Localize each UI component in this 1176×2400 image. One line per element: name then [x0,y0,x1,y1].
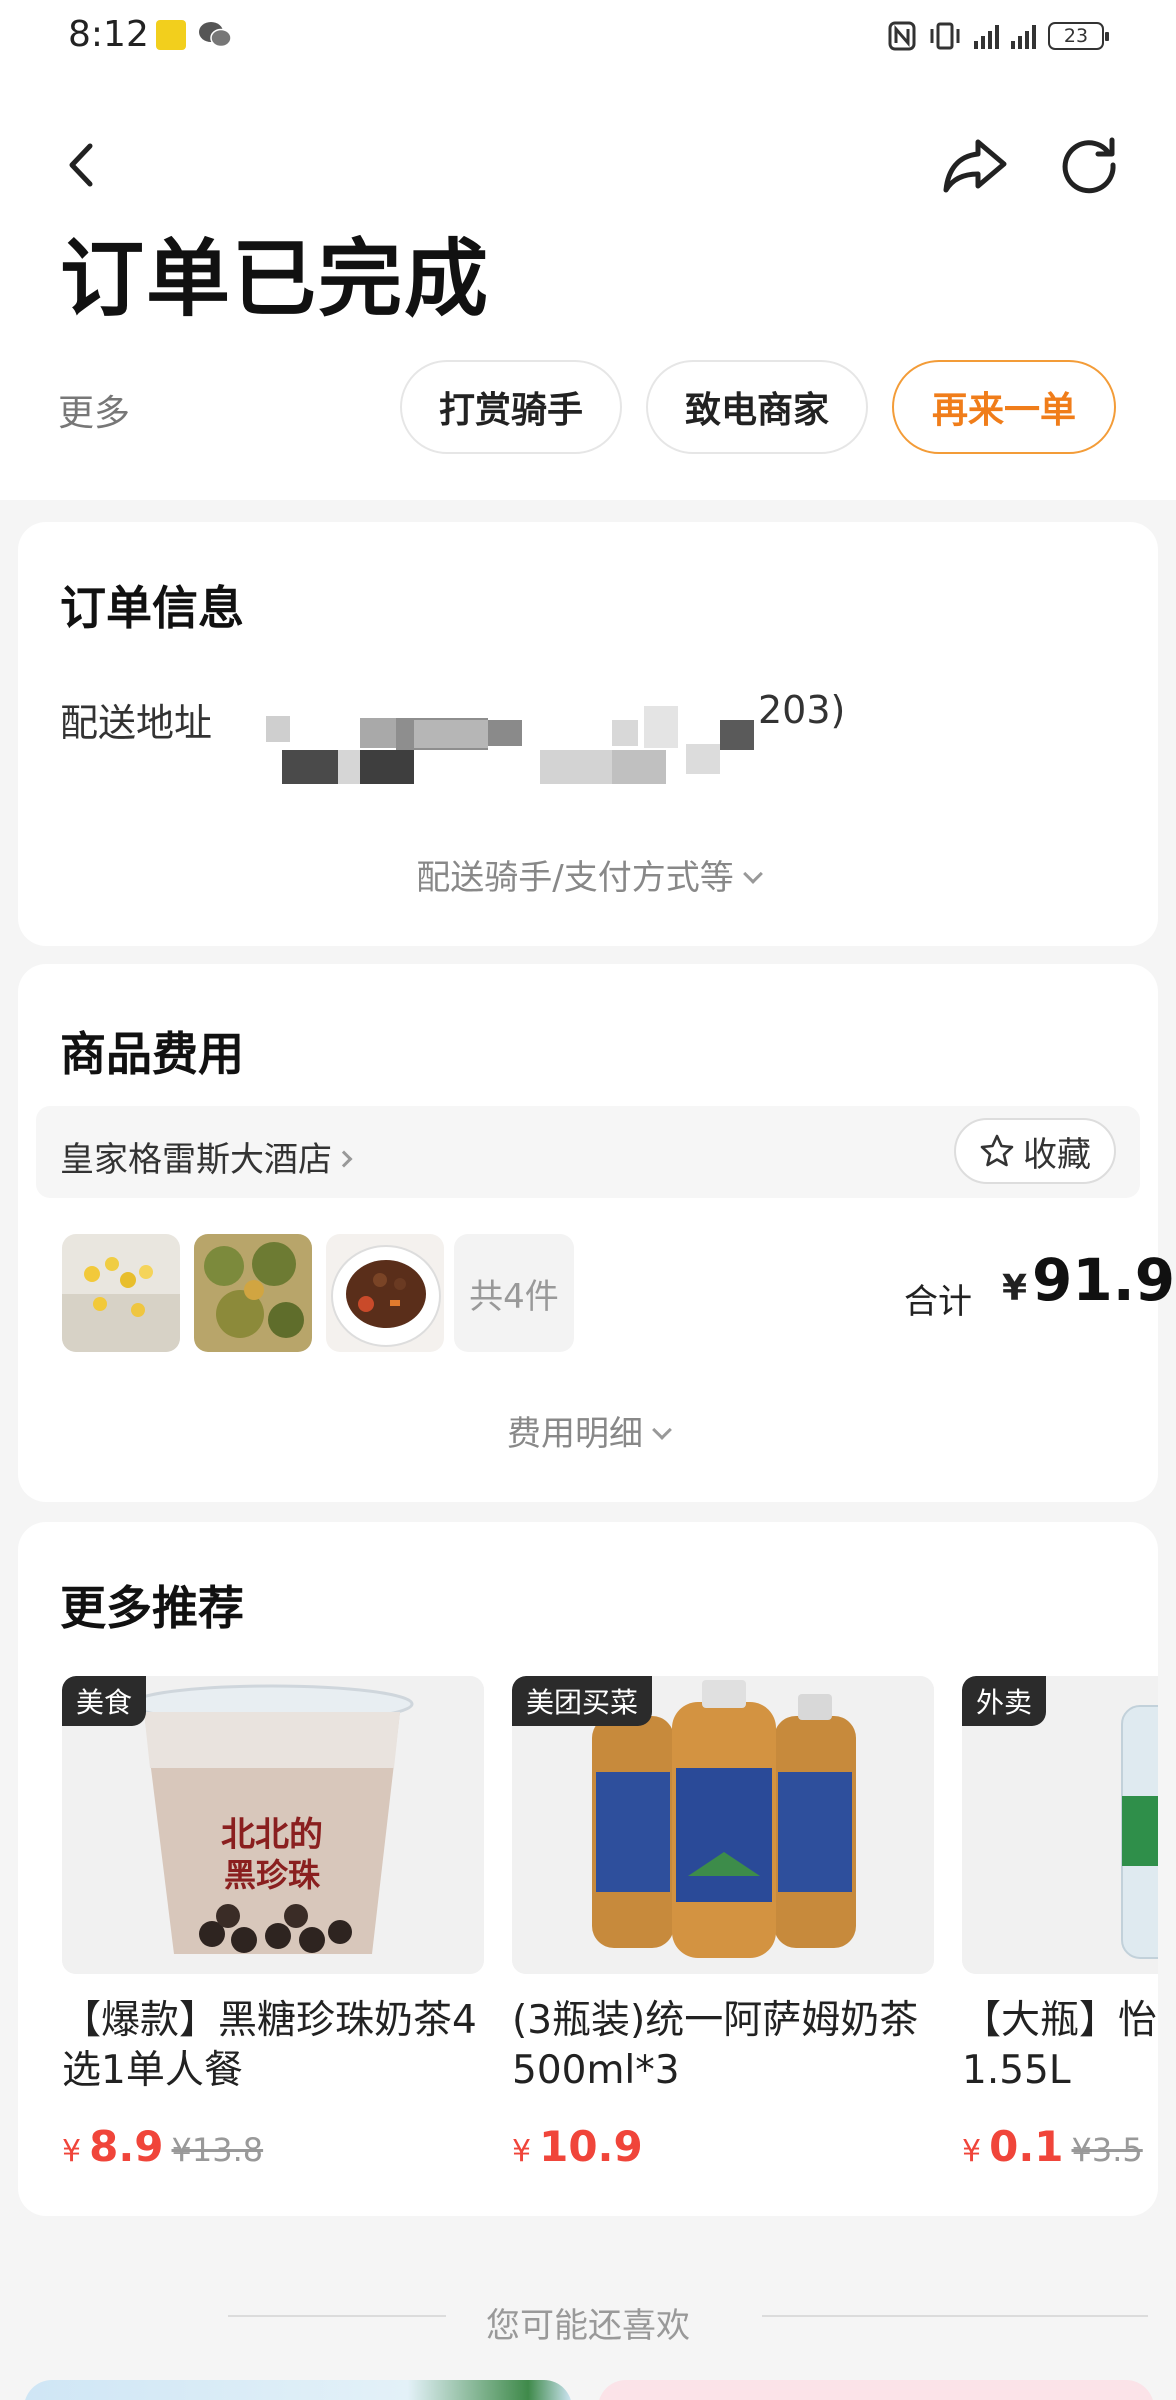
favorite-button[interactable]: 收藏 [954,1118,1116,1184]
refresh-icon[interactable] [1058,134,1120,196]
recommend-price: 10.9 [539,2122,643,2171]
svg-text:北北的: 北北的 [221,1815,323,1855]
recommend-price: 8.9 [89,2122,164,2171]
recommend-card: 更多推荐 北北的 黑珍珠 美食 【爆款】黑糖珍珠奶茶4选1单人餐 ¥8.9 ¥13… [18,1522,1158,2216]
fee-details-label: 费用明细 [507,1414,643,1454]
product-thumbnail-2[interactable] [194,1234,312,1352]
favorite-label: 收藏 [1023,1134,1091,1175]
share-icon[interactable] [940,134,1010,196]
more-link[interactable]: 更多 [58,384,130,436]
item-count[interactable]: 共4件 [454,1234,574,1352]
you-may-like-divider: 您可能还喜欢 [0,2288,1176,2346]
recommend-price-row: ¥0.1 ¥3.5 [962,2122,1158,2171]
recommend-price: 0.1 [989,2122,1064,2171]
recommend-tag: 外卖 [962,1676,1047,1726]
order-details-expand-label: 配送骑手/支付方式等 [416,858,734,898]
divider-line-right [762,2315,1148,2317]
recommend-item[interactable]: 北北的 黑珍珠 美食 【爆款】黑糖珍珠奶茶4选1单人餐 ¥8.9 ¥13.8 [62,1676,484,2171]
vegetable-dish-image [194,1234,312,1352]
product-thumbnail-1[interactable] [62,1234,180,1352]
meat-dish-image [326,1234,444,1352]
order-info-title: 订单信息 [60,581,244,635]
goods-card: 商品费用 皇家格雷斯大酒店 收藏 共4件 合计 ¥ 91.9 费用明细 [18,964,1175,1502]
status-bar: 8:12 23 [0,0,1176,72]
back-arrow-icon[interactable] [56,138,104,192]
goods-title: 商品费用 [60,1027,244,1081]
recommend-item[interactable]: 外卖 【大瓶】怡宝纯净水 1.55L ¥0.1¥3.5 [962,1676,1158,2171]
order-details-expand[interactable]: 配送骑手/支付方式等 [18,850,1158,899]
recommend-tag: 美团买菜 [512,1676,653,1726]
wechat-icon [199,22,232,48]
signal-4g-icon [1011,23,1036,49]
recommend-image: 美团买菜 [512,1676,934,1974]
app-notification-icon [156,20,186,50]
reward-rider-button[interactable]: 打赏骑手 [400,360,622,454]
total-value: 91.9 [1032,1246,1176,1314]
status-indicators: 23 [888,16,1109,56]
feed-card-left[interactable] [24,2380,572,2400]
recommend-currency: ¥ [512,2134,532,2169]
recommend-name: 【爆款】黑糖珍珠奶茶4选1单人餐 [62,1998,477,2093]
battery-icon: 23 [1048,22,1109,50]
page-title: 订单已完成 [60,230,491,328]
recommend-image: 北北的 黑珍珠 美食 [62,1676,484,1974]
svg-text:黑珍珠: 黑珍珠 [224,1856,321,1894]
recommend-price-row: ¥10.9 [512,2122,934,2171]
feed-card-right[interactable] [598,2380,1154,2400]
recommend-price-row: ¥8.9 ¥13.8 [62,2122,484,2171]
recommend-currency: ¥ [962,2134,982,2169]
product-thumbnail-3[interactable] [326,1234,444,1352]
vibrate-icon [930,22,960,50]
total-currency: ¥ [1002,1268,1028,1309]
address-label: 配送地址 [60,701,213,745]
recommend-old-price: ¥3.5 [1071,2131,1143,2169]
rice-corn-image [62,1234,180,1352]
recommend-currency: ¥ [62,2134,82,2169]
chevron-right-icon [335,1150,353,1168]
address-text: 203) [758,688,846,732]
nfc-icon [888,21,916,51]
recommend-old-price: ¥13.8 [171,2131,264,2169]
call-merchant-button[interactable]: 致电商家 [646,360,868,454]
recommend-tag: 美食 [62,1676,147,1726]
recommend-title: 更多推荐 [60,1581,244,1635]
recommend-item[interactable]: 美团买菜 (3瓶装)统一阿萨姆奶茶500ml*3 ¥10.9 [512,1676,934,2171]
chevron-down-icon [742,864,763,884]
you-may-like-label: 您可能还喜欢 [486,2306,690,2346]
fee-details-expand[interactable]: 费用明细 [18,1406,1158,1455]
shop-row[interactable]: 皇家格雷斯大酒店 收藏 [36,1106,1140,1198]
shop-name: 皇家格雷斯大酒店 [60,1140,332,1180]
chevron-down-icon [652,1420,672,1440]
total-label: 合计 [904,1282,972,1322]
signal-5g-icon [974,23,999,49]
status-time: 8:12 [68,14,149,55]
recommend-name: (3瓶装)统一阿萨姆奶茶500ml*3 [512,1998,919,2093]
star-icon [980,1134,1014,1167]
shop-name-link[interactable]: 皇家格雷斯大酒店 [60,1132,353,1181]
order-info-card: 订单信息 配送地址 203) 配送骑手/支付方式等 [18,522,1158,946]
recommend-image: 外卖 [962,1676,1158,1974]
recommend-name: 【大瓶】怡宝纯净水 1.55L [962,1998,1158,2093]
reorder-button[interactable]: 再来一单 [892,360,1116,454]
